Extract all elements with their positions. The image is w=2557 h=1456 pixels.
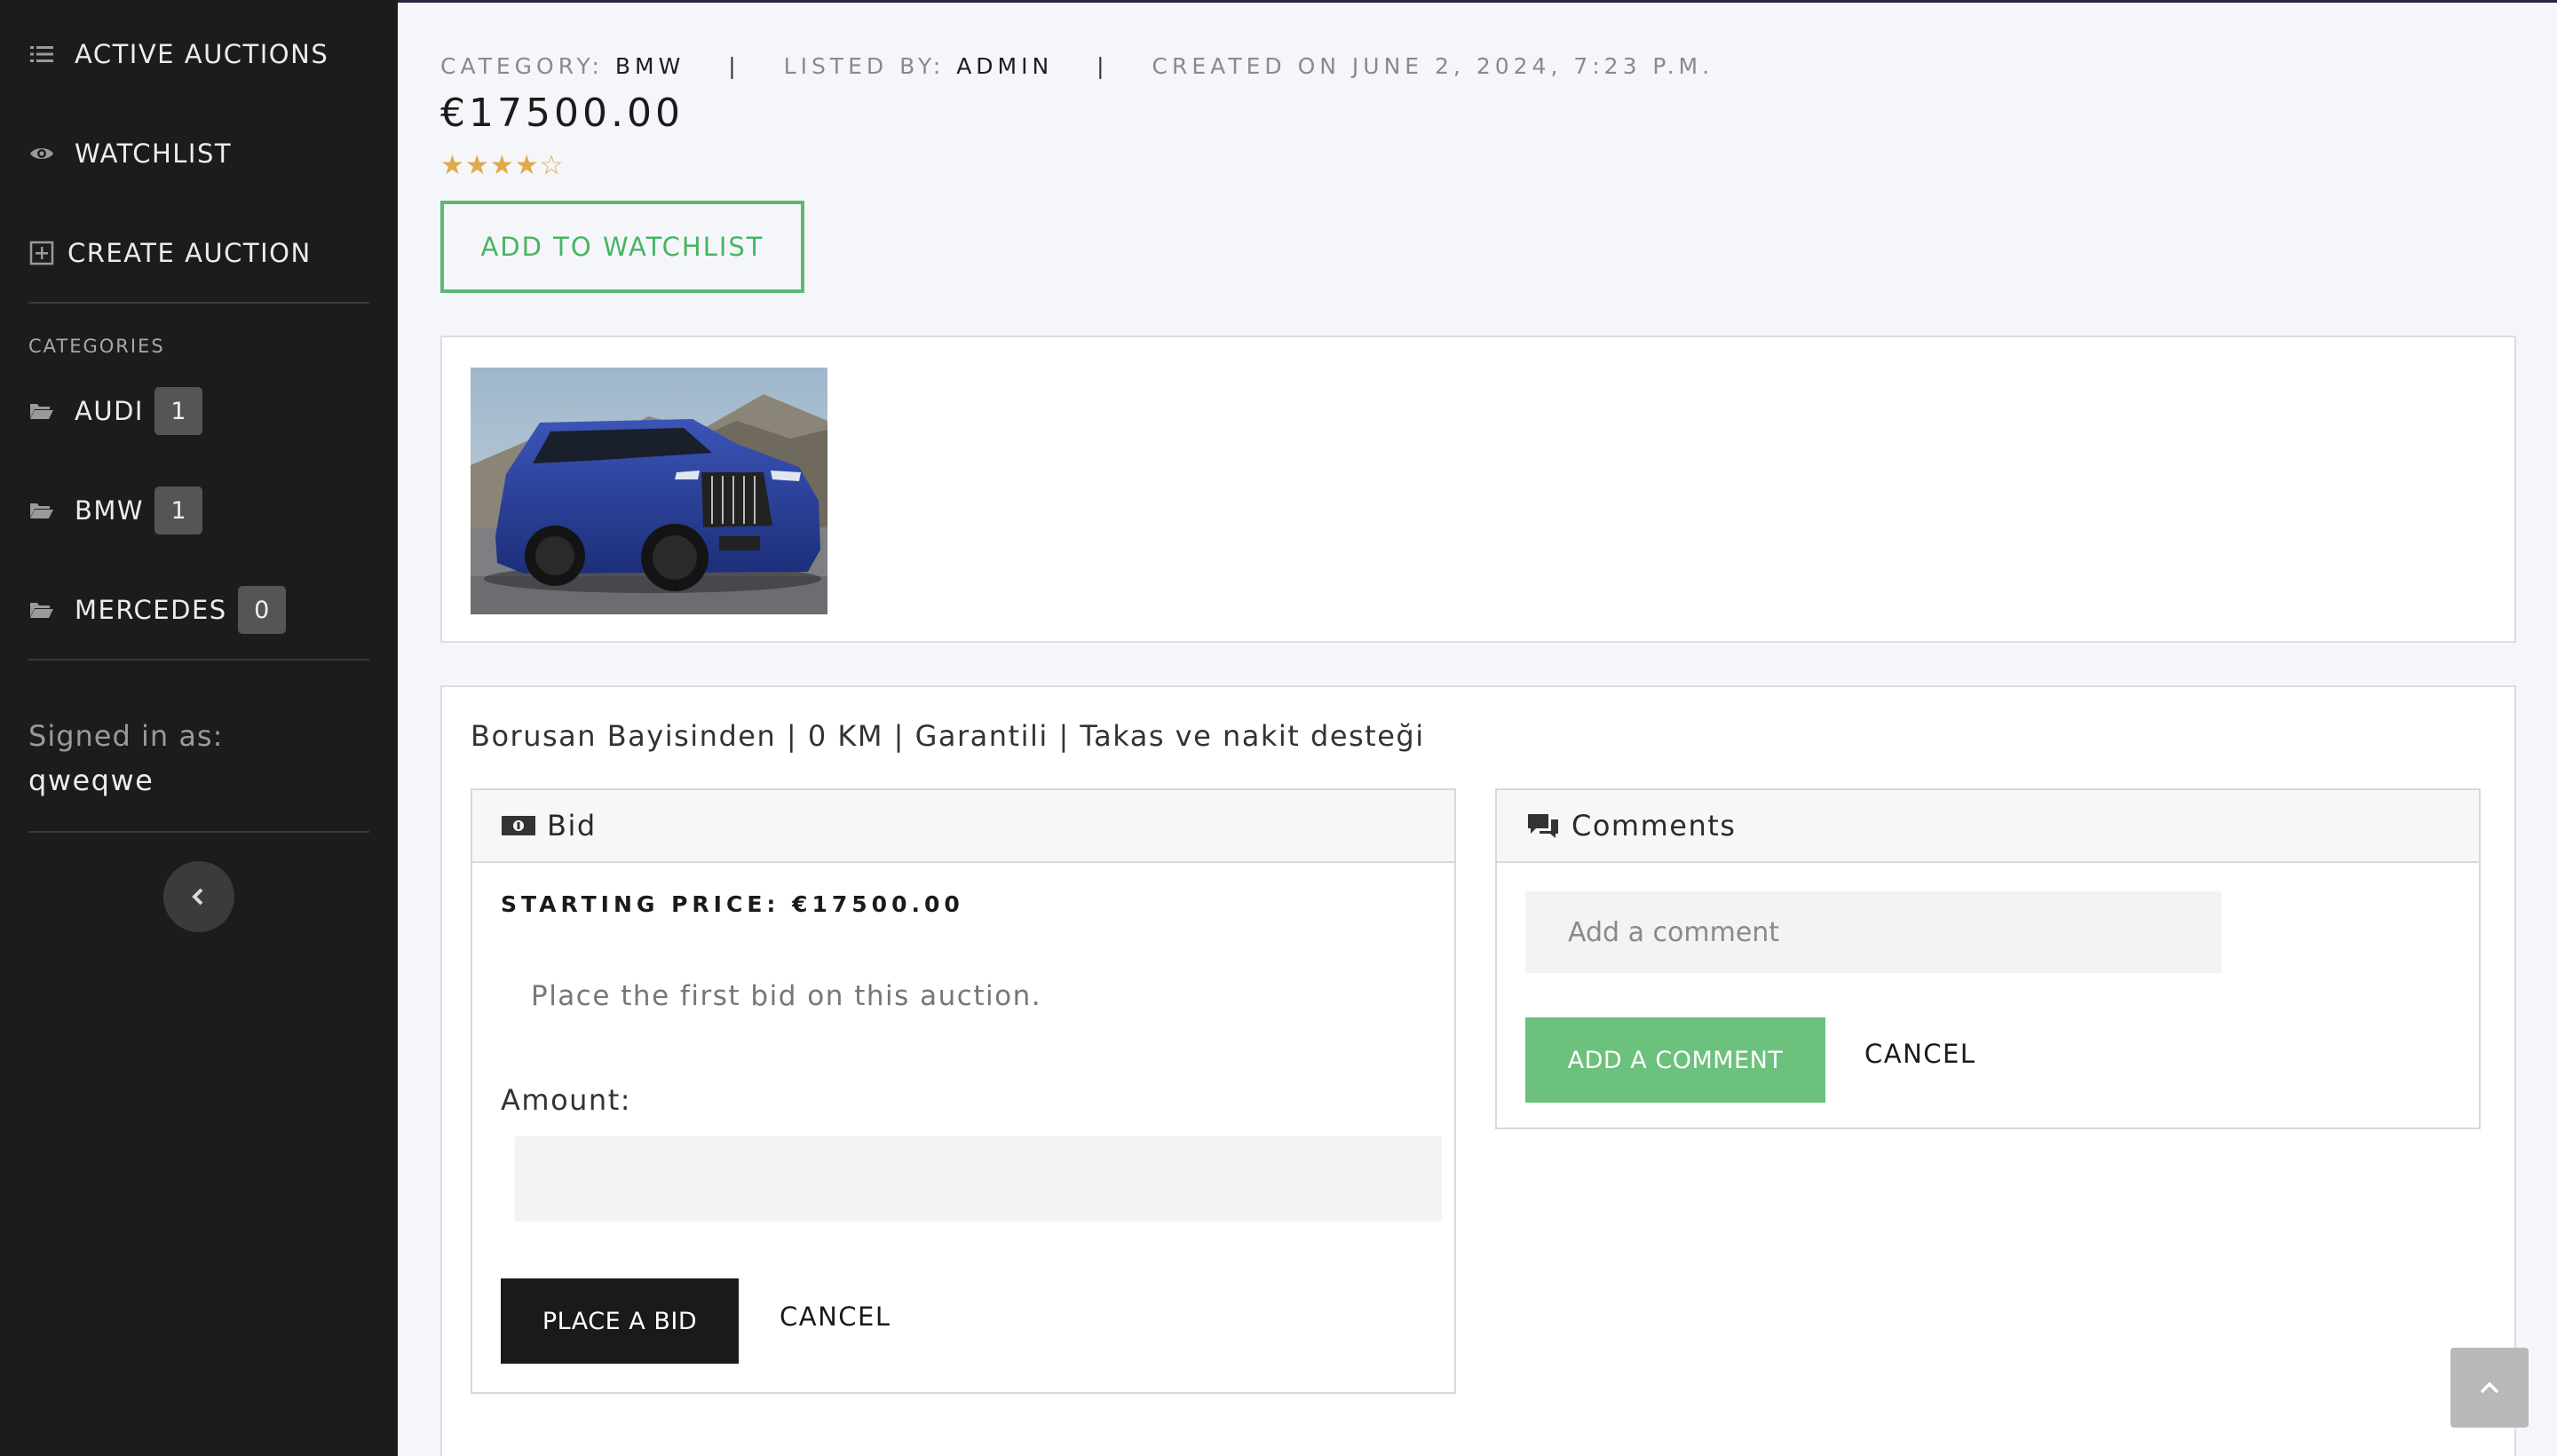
sidebar-item-label: ACTIVE AUCTIONS	[75, 39, 329, 69]
category-label: AUDI	[75, 396, 144, 426]
image-card	[440, 336, 2516, 643]
created-on: CREATED ON JUNE 2, 2024, 7:23 P.M.	[1152, 53, 1714, 79]
category-value: BMW	[614, 53, 685, 79]
comments-panel-header: Comments	[1497, 790, 2479, 863]
category-count-badge: 1	[154, 487, 203, 534]
star-filled-icon: ★	[464, 150, 489, 181]
folder-open-icon	[28, 597, 55, 623]
details-card: Borusan Bayisinden | 0 KM | Garantili | …	[440, 685, 2516, 1456]
plus-square-icon	[28, 240, 55, 266]
comments-panel-title: Comments	[1571, 809, 1737, 843]
star-rating: ★ ★ ★ ★ ☆	[440, 153, 565, 179]
list-icon	[28, 41, 55, 67]
folder-open-icon	[28, 497, 55, 524]
star-filled-icon: ★	[440, 150, 464, 181]
money-bill-icon	[502, 816, 535, 835]
first-bid-message: Place the first bid on this auction.	[531, 980, 1042, 1012]
categories-heading: CATEGORIES	[28, 336, 165, 357]
meta-separator: |	[728, 53, 740, 79]
sidebar-item-create-auction[interactable]: CREATE AUCTION	[28, 238, 312, 268]
listed-by-value: ADMIN	[956, 53, 1054, 79]
comment-cancel-button[interactable]: CANCEL	[1864, 1039, 1976, 1069]
bid-panel-title: Bid	[547, 809, 597, 843]
category-label: CATEGORY:	[440, 53, 604, 79]
amount-label: Amount:	[501, 1083, 632, 1117]
star-filled-icon: ★	[514, 150, 539, 181]
sidebar-divider	[28, 302, 369, 304]
category-count-badge: 1	[154, 387, 202, 435]
scroll-to-top-button[interactable]	[2450, 1348, 2529, 1428]
star-filled-icon: ★	[489, 150, 514, 181]
sidebar-category-mercedes[interactable]: MERCEDES 0	[28, 586, 286, 634]
listing-description: Borusan Bayisinden | 0 KM | Garantili | …	[471, 719, 1425, 753]
sidebar-item-active-auctions[interactable]: ACTIVE AUCTIONS	[28, 39, 329, 69]
place-bid-button[interactable]: PLACE A BID	[501, 1278, 739, 1364]
folder-open-icon	[28, 398, 55, 424]
sidebar-category-bmw[interactable]: BMW 1	[28, 487, 203, 534]
bid-panel: Bid STARTING PRICE: €17500.00 Place the …	[471, 788, 1456, 1394]
category-count-badge: 0	[237, 586, 286, 634]
listing-meta: CATEGORY: BMW | LISTED BY: ADMIN | CREAT…	[440, 53, 1714, 79]
add-to-watchlist-button[interactable]: ADD TO WATCHLIST	[440, 201, 804, 293]
sidebar-category-audi[interactable]: AUDI 1	[28, 387, 202, 435]
sidebar-divider	[28, 831, 369, 833]
category-label: MERCEDES	[75, 595, 227, 625]
sidebar-item-watchlist[interactable]: WATCHLIST	[28, 138, 232, 169]
listing-price: €17500.00	[440, 91, 684, 136]
signed-in-username: qweqwe	[28, 764, 154, 797]
add-comment-button[interactable]: ADD A COMMENT	[1525, 1017, 1825, 1103]
main-content: CATEGORY: BMW | LISTED BY: ADMIN | CREAT…	[398, 0, 2557, 1456]
comments-icon	[1528, 814, 1558, 838]
chevron-up-icon	[2480, 1381, 2499, 1394]
signed-in-label: Signed in as:	[28, 719, 224, 753]
category-label: BMW	[75, 495, 145, 526]
sidebar: ACTIVE AUCTIONS WATCHLIST CREATE AUCTION…	[0, 0, 398, 1456]
collapse-sidebar-button[interactable]	[163, 861, 234, 932]
sidebar-item-label: CREATE AUCTION	[67, 238, 312, 268]
listed-by-label: LISTED BY:	[783, 53, 946, 79]
comment-input[interactable]	[1525, 891, 2221, 973]
star-empty-icon: ☆	[539, 150, 564, 181]
comments-panel: Comments ADD A COMMENT CANCEL	[1495, 788, 2481, 1129]
eye-icon	[28, 140, 55, 167]
sidebar-item-label: WATCHLIST	[75, 138, 233, 169]
bid-cancel-button[interactable]: CANCEL	[780, 1302, 891, 1332]
listing-image[interactable]	[471, 368, 827, 614]
sidebar-divider	[28, 659, 369, 661]
bid-panel-header: Bid	[472, 790, 1454, 863]
chevron-left-icon	[192, 888, 203, 906]
starting-price: STARTING PRICE: €17500.00	[501, 891, 964, 917]
amount-input[interactable]	[515, 1136, 1442, 1222]
meta-separator: |	[1096, 53, 1109, 79]
